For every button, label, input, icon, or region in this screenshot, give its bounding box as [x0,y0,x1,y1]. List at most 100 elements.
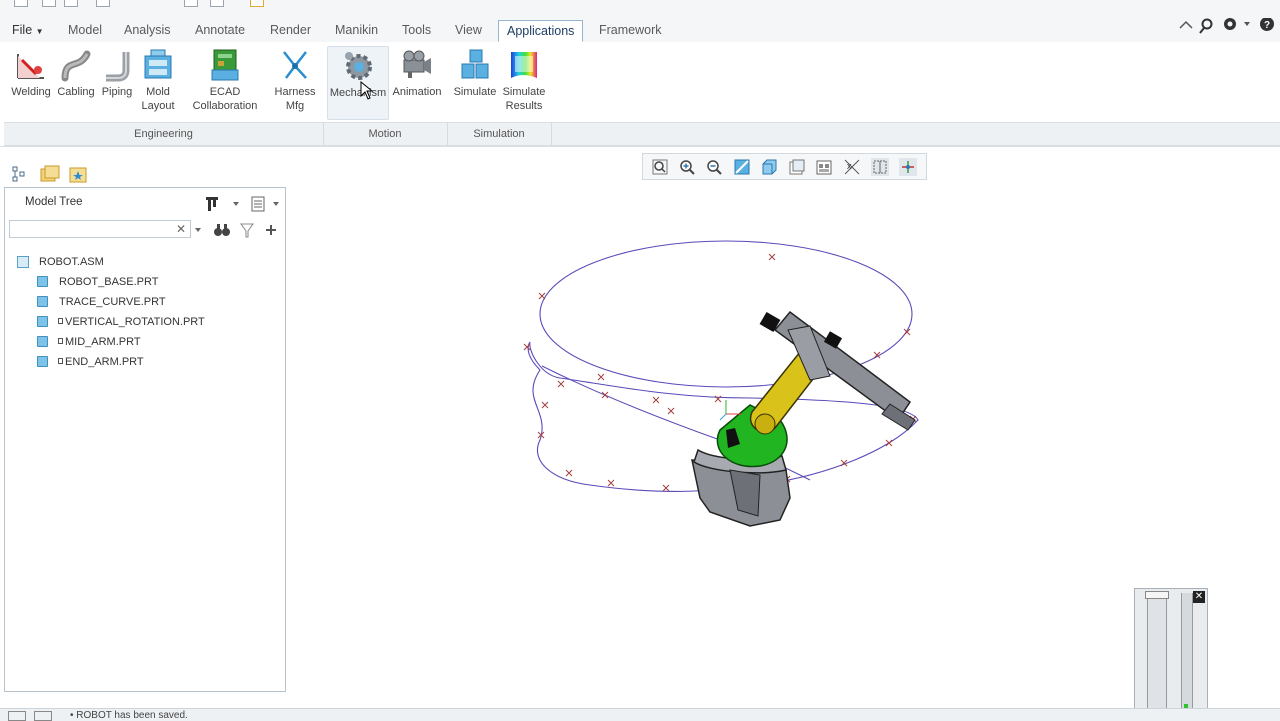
tree-item-label: END_ARM.PRT [65,356,144,368]
settings-icon[interactable] [1224,18,1250,30]
close-window-icon[interactable] [210,0,224,7]
simulate-results-button[interactable]: Simulate Results [500,48,548,113]
harness-mfg-button[interactable]: Harness Mfg [272,48,318,113]
tab-file[interactable]: File ▼ [4,20,52,40]
view-manager-icon[interactable] [815,158,833,176]
tree-search-input[interactable]: ✕ [9,220,191,238]
help-icon[interactable]: ? [1260,18,1274,31]
harness-icon [278,48,312,82]
filter-icon[interactable] [240,223,254,238]
tree-item-label: MID_ARM.PRT [65,336,141,348]
ecad-collaboration-button[interactable]: ECAD Collaboration [190,48,260,113]
chevron-down-icon[interactable] [195,228,201,232]
ribbon-group-labels: Engineering Motion Simulation [4,122,1280,146]
add-icon[interactable] [266,225,276,235]
panel-title: Model Tree [25,196,83,208]
slider-track[interactable] [1147,593,1167,721]
simulate-results-label-line2: Results [505,100,543,112]
folder-icon[interactable] [250,0,264,7]
navigator-tabs [4,160,286,188]
saved-orientations-icon[interactable] [788,158,806,176]
refit-icon[interactable] [651,158,669,176]
search-icon[interactable] [1199,18,1213,34]
mechanism-button[interactable]: Mechanism [327,46,389,120]
part-icon [37,296,48,307]
ribbon-tabs: File ▼ Model Analysis Annotate Render Ma… [0,18,1280,43]
zoom-in-icon[interactable] [678,158,696,176]
connection-icon [58,318,63,324]
cabling-label: Cabling [57,86,95,98]
repaint-icon[interactable] [733,158,751,176]
datum-display-icon[interactable] [871,158,889,176]
connection-icon [58,338,63,344]
simulate-icon [458,48,492,82]
tab-framework[interactable]: Framework [591,20,670,40]
slider-handle[interactable] [1145,591,1169,599]
graphics-window[interactable] [290,180,1130,700]
open-icon[interactable] [42,0,56,7]
animation-button[interactable]: Animation [392,48,442,99]
tab-file-label: File [12,23,33,37]
show-columns-icon[interactable] [251,196,279,212]
tree-item-label: TRACE_CURVE.PRT [59,296,166,308]
new-icon[interactable] [14,0,28,7]
model-tree-tab[interactable] [8,162,32,186]
group-motion: Motion [323,123,448,145]
welding-label: Welding [11,86,51,98]
clear-icon[interactable]: ✕ [176,222,186,236]
volume-track[interactable] [1181,593,1193,721]
part-icon [37,336,48,347]
undo-icon[interactable] [96,0,110,7]
cabling-button[interactable]: Cabling [56,48,96,99]
chevron-down-icon: ▼ [35,27,44,36]
mechanism-label: Mechanism [329,87,387,99]
cabling-icon [59,48,93,82]
save-icon[interactable] [64,0,78,7]
harness-label-line1: Harness [274,86,316,98]
tab-render[interactable]: Render [262,20,319,40]
connection-icon [58,358,63,364]
svg-text:?: ? [1264,20,1270,31]
group-simulation: Simulation [447,123,552,145]
folder-browser-tab[interactable] [38,162,62,186]
perspective-icon[interactable]: x [843,158,861,176]
close-icon[interactable]: ✕ [1193,591,1205,603]
piping-button[interactable]: Piping [100,48,134,99]
tab-tools[interactable]: Tools [394,20,439,40]
ecad-icon [208,48,242,82]
zoom-out-icon[interactable] [705,158,723,176]
welding-icon [14,48,48,82]
tab-model[interactable]: Model [60,20,110,40]
piping-label: Piping [101,86,133,98]
panel-toolbar [206,196,279,212]
mouse-cursor-icon [360,81,374,100]
spin-center-icon[interactable] [899,158,917,176]
ecad-label-line1: ECAD [209,86,241,98]
favorites-tab[interactable] [66,162,90,186]
collapse-ribbon-icon[interactable] [1179,20,1193,29]
tab-annotate[interactable]: Annotate [187,20,253,40]
welding-button[interactable]: Welding [10,48,52,99]
tab-manikin[interactable]: Manikin [327,20,386,40]
part-icon [37,316,48,327]
mold-layout-button[interactable]: Mold Layout [138,48,178,113]
animation-label: Animation [392,86,442,98]
quick-access-toolbar [0,0,1280,18]
window-icon[interactable] [184,0,198,7]
simulate-button[interactable]: Simulate [452,48,498,99]
piping-icon [100,48,134,82]
tree-root-label: ROBOT.ASM [39,256,104,268]
tree-item-label: VERTICAL_ROTATION.PRT [65,316,205,328]
display-style-icon[interactable] [760,158,778,176]
binoculars-icon[interactable] [214,224,230,236]
mold-label-line1: Mold [146,86,170,98]
folders-icon [40,165,60,182]
simulate-results-label-line1: Simulate [502,86,546,98]
tab-view[interactable]: View [447,20,490,40]
part-icon [37,356,48,367]
simulate-label: Simulate [453,86,497,98]
tree-settings-icon[interactable] [206,197,239,211]
tab-analysis[interactable]: Analysis [116,20,179,40]
playback-dialog: ✕ [1134,588,1208,721]
tab-applications[interactable]: Applications [498,20,584,42]
